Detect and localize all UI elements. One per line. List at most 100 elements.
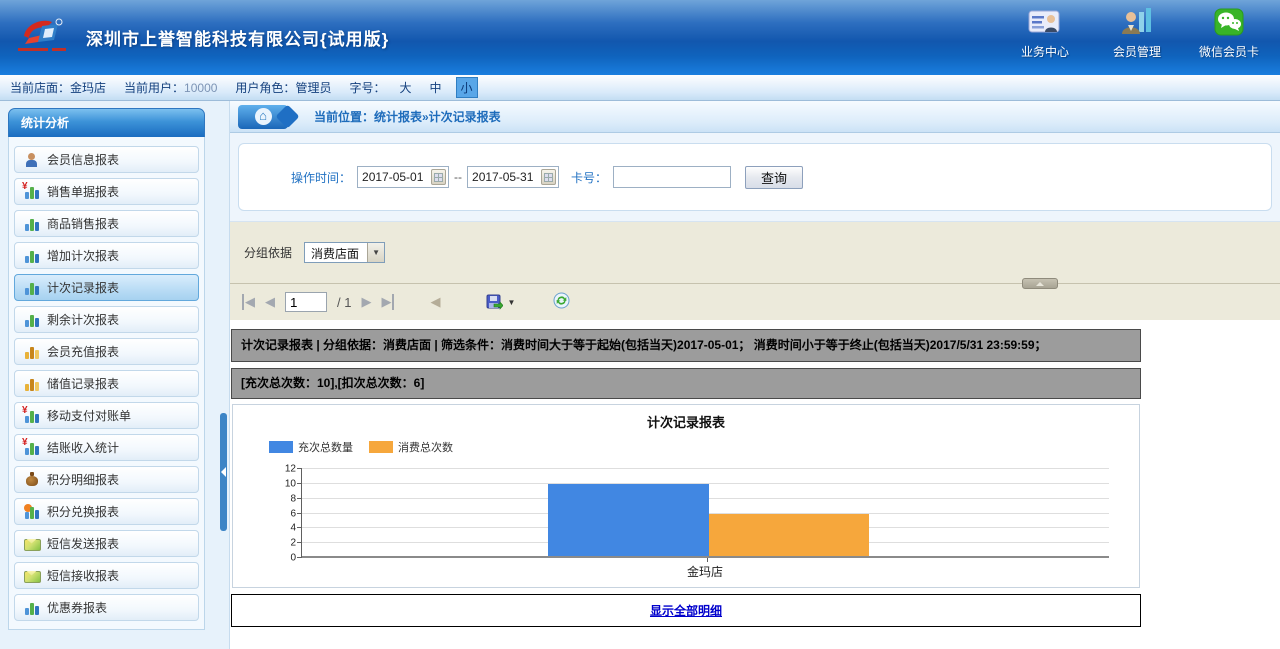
sms-receive-icon <box>24 568 40 584</box>
grouping-label: 分组依据 <box>244 244 292 261</box>
sidebar-item-stored-value-report[interactable]: 储值记录报表 <box>14 370 199 397</box>
sidebar-item-sms-receive-report[interactable]: 短信接收报表 <box>14 562 199 589</box>
date-from-box <box>357 166 449 188</box>
collapse-left-icon <box>221 467 226 477</box>
role-value: 管理员 <box>295 81 331 95</box>
sidebar-item-coupon-report[interactable]: 优惠券报表 <box>14 594 199 621</box>
card-number-input[interactable] <box>614 167 730 187</box>
nav-business-center[interactable]: 业务中心 <box>1008 8 1082 60</box>
last-page-button[interactable]: ▶ <box>381 294 394 310</box>
refresh-icon <box>553 292 570 309</box>
page-number-input[interactable] <box>285 292 327 312</box>
sidebar: 统计分析 会员信息报表 销售单据报表 商品销售报表 增加计次报表 计次记录报表 … <box>0 101 230 649</box>
sidebar-item-points-exchange-report[interactable]: 积分兑换报表 <box>14 498 199 525</box>
home-button[interactable]: ⌂ <box>238 105 288 129</box>
x-tick <box>707 558 708 562</box>
sidebar-item-sales-invoice-report[interactable]: 销售单据报表 <box>14 178 199 205</box>
sidebar-item-label: 商品销售报表 <box>47 215 119 232</box>
fontsize-small[interactable]: 小 <box>456 77 478 98</box>
home-icon: ⌂ <box>255 108 272 125</box>
breadcrumb-bar: ⌂ 当前位置：统计报表»计次记录报表 <box>230 101 1280 133</box>
role-label: 用户角色： <box>235 81 295 95</box>
nav-member-management[interactable]: 会员管理 <box>1100 8 1174 60</box>
sidebar-collapse-handle[interactable] <box>220 413 227 531</box>
nav-business-center-label: 业务中心 <box>1021 43 1069 60</box>
income-chart-icon <box>24 440 40 456</box>
sidebar-title: 统计分析 <box>8 108 205 137</box>
sidebar-item-label: 会员信息报表 <box>47 151 119 168</box>
show-all-details-link[interactable]: 显示全部明细 <box>650 604 722 618</box>
member-management-icon <box>1119 8 1155 39</box>
user-value: 10000 <box>184 81 217 95</box>
pager-toolbar: ◀ ◀ / 1 ▶ ▶ ◀ ▼ <box>230 283 1280 320</box>
toolbar-collapse-handle[interactable] <box>1022 278 1058 289</box>
report-body: 计次记录报表 | 分组依据：消费店面 | 筛选条件：消费时间大于等于起始(包括当… <box>230 320 1280 649</box>
sidebar-item-label: 计次记录报表 <box>47 279 119 296</box>
wechat-icon <box>1214 8 1244 39</box>
bar-chart: 计次记录报表 充次总数量 消费总次数 024681012 金玛店 <box>232 404 1140 588</box>
chart-x-axis: 金玛店 <box>301 558 1109 582</box>
sidebar-item-member-recharge-report[interactable]: 会员充值报表 <box>14 338 199 365</box>
sidebar-item-product-sales-report[interactable]: 商品销售报表 <box>14 210 199 237</box>
chart-title: 计次记录报表 <box>233 412 1139 431</box>
date-to-input[interactable] <box>472 170 538 184</box>
refresh-button[interactable] <box>553 292 570 312</box>
filter-panel: 操作时间： -- 卡号： 查询 <box>238 143 1272 211</box>
nav-wechat-card-label: 微信会员卡 <box>1199 43 1259 60</box>
grouping-bar: 分组依据 消费店面 ▼ <box>230 221 1280 283</box>
sidebar-item-remaining-count-report[interactable]: 剩余计次报表 <box>14 306 199 333</box>
sidebar-item-label: 储值记录报表 <box>47 375 119 392</box>
report-header-text: 计次记录报表 | 分组依据：消费店面 | 筛选条件：消费时间大于等于起始(包括当… <box>231 329 1141 362</box>
money-bag-icon <box>24 472 40 488</box>
first-page-button[interactable]: ◀ <box>242 294 255 310</box>
sidebar-item-add-count-report[interactable]: 增加计次报表 <box>14 242 199 269</box>
header-nav: 业务中心 会员管理 <box>1008 8 1266 60</box>
filter-zone: 操作时间： -- 卡号： 查询 <box>230 133 1280 221</box>
legend-swatch-blue <box>269 441 293 453</box>
date-from-input[interactable] <box>362 170 428 184</box>
info-bar: 当前店面：金玛店 当前用户：10000 用户角色：管理员 字号： 大 中 小 <box>0 75 1280 101</box>
legend-entry: 充次总数量 <box>269 439 353 455</box>
collapse-up-icon <box>1036 282 1044 286</box>
x-category-label: 金玛店 <box>301 563 1109 580</box>
sidebar-item-label: 短信发送报表 <box>47 535 119 552</box>
recharge-chart-icon <box>24 344 40 360</box>
legend-entry: 消费总次数 <box>369 439 453 455</box>
query-button[interactable]: 查询 <box>745 166 803 189</box>
store-label: 当前店面： <box>10 81 70 95</box>
business-center-icon <box>1027 8 1063 39</box>
prev-page-button[interactable]: ◀ <box>265 294 275 310</box>
mobile-pay-chart-icon <box>24 408 40 424</box>
grouping-select[interactable]: 消费店面 ▼ <box>304 242 385 263</box>
export-caret-icon: ▼ <box>507 298 515 307</box>
date-separator: -- <box>454 170 462 184</box>
sidebar-item-mobile-pay-statement[interactable]: 移动支付对账单 <box>14 402 199 429</box>
nav-wechat-card[interactable]: 微信会员卡 <box>1192 8 1266 60</box>
back-to-parent-button[interactable]: ◀ <box>430 294 440 310</box>
chart-plot: 024681012 <box>301 469 1109 558</box>
sidebar-item-label: 会员充值报表 <box>47 343 119 360</box>
export-button[interactable]: ▼ <box>486 294 515 311</box>
sidebar-item-checkout-income-stats[interactable]: 结账收入统计 <box>14 434 199 461</box>
sidebar-item-member-info-report[interactable]: 会员信息报表 <box>14 146 199 173</box>
calendar-icon[interactable] <box>541 169 556 185</box>
product-chart-icon <box>24 216 40 232</box>
company-logo-icon <box>12 14 76 61</box>
legend-label: 充次总数量 <box>298 439 353 455</box>
next-page-button[interactable]: ▶ <box>361 294 371 310</box>
sidebar-item-count-record-report[interactable]: 计次记录报表 <box>14 274 199 301</box>
sidebar-item-points-detail-report[interactable]: 积分明细报表 <box>14 466 199 493</box>
fontsize-large[interactable]: 大 <box>395 78 415 97</box>
fontsize-medium[interactable]: 中 <box>425 78 445 97</box>
sidebar-item-sms-send-report[interactable]: 短信发送报表 <box>14 530 199 557</box>
app-title: 深圳市上誉智能科技有限公司{试用版} <box>86 25 389 50</box>
sidebar-item-label: 结账收入统计 <box>47 439 119 456</box>
card-label: 卡号： <box>571 169 607 186</box>
sidebar-item-label: 积分明细报表 <box>47 471 119 488</box>
chevron-down-icon: ▼ <box>367 243 384 262</box>
sidebar-item-label: 销售单据报表 <box>47 183 119 200</box>
calendar-icon[interactable] <box>431 169 446 185</box>
member-icon <box>24 152 40 168</box>
sales-chart-icon <box>24 184 40 200</box>
bar-series-0 <box>548 484 709 558</box>
